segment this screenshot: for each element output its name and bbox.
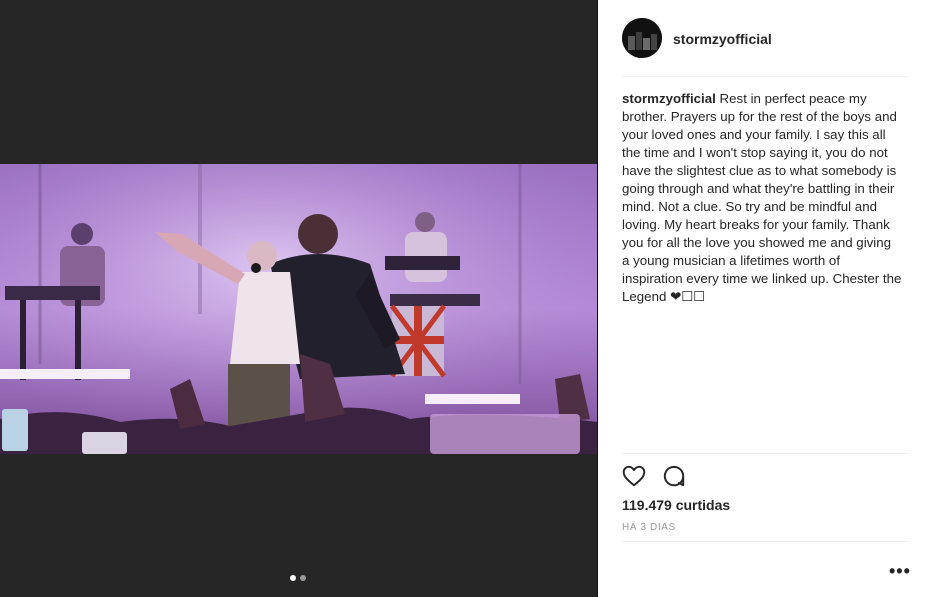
concert-photo[interactable] (0, 164, 598, 454)
carousel-dot-active[interactable] (290, 575, 296, 581)
caption: stormzyofficial Rest in perfect peace my… (622, 90, 902, 306)
header-username[interactable]: stormzyofficial (673, 31, 772, 47)
carousel-dot[interactable] (300, 575, 306, 581)
post-header: stormzyofficial (622, 18, 909, 77)
carousel-indicator (290, 575, 306, 581)
heart-outline-icon (622, 465, 646, 487)
more-options-icon: ••• (889, 561, 911, 581)
post-info-pane: stormzyofficial stormzyofficial Rest in … (598, 0, 933, 597)
likes-count[interactable]: 119.479 curtidas (622, 497, 730, 513)
divider (622, 541, 909, 542)
speech-bubble-icon (663, 465, 685, 487)
caption-username[interactable]: stormzyofficial (622, 91, 716, 106)
post-timestamp[interactable]: HÁ 3 DIAS (622, 522, 676, 533)
media-pane (0, 0, 598, 597)
caption-text: Rest in perfect peace my brother. Prayer… (622, 91, 902, 304)
avatar[interactable] (622, 18, 662, 58)
divider (622, 453, 909, 454)
more-options-button[interactable]: ••• (889, 562, 911, 580)
like-button[interactable] (621, 463, 647, 489)
comment-button[interactable] (661, 463, 687, 489)
